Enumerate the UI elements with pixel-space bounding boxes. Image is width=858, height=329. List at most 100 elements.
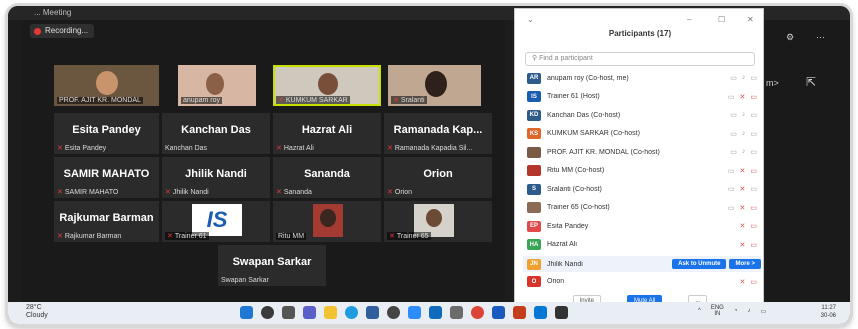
participant-row[interactable]: Trainer 65 (Co-host) ▭ ✕ ▭: [527, 201, 757, 215]
settings-app-icon[interactable]: [450, 306, 463, 319]
recording-indicator[interactable]: Recording...: [30, 24, 95, 38]
participant-status-icons: ✕ ▭: [740, 241, 758, 249]
participant-status-icons: ▭ ♪ ▭: [730, 148, 757, 156]
tile-name: Hazrat Ali: [301, 124, 353, 136]
battery-icon[interactable]: ▭: [760, 308, 766, 315]
tile-label: KUMKUM SARKAR: [285, 96, 348, 104]
video-icon: ▭: [750, 75, 757, 82]
search-placeholder: Find a participant: [539, 55, 593, 62]
search-icon[interactable]: [261, 306, 274, 319]
minimize-icon[interactable]: –: [687, 15, 691, 24]
close-icon[interactable]: ✕: [747, 15, 754, 24]
store-icon[interactable]: [366, 306, 379, 319]
tile-name: Kanchan Das: [181, 124, 251, 136]
participant-photo: [313, 204, 343, 237]
participant-name: Sralanti (Co-host): [547, 185, 602, 193]
wifi-icon[interactable]: ◔: [734, 308, 738, 314]
name-tile[interactable]: Ramanada Kap... ✕ Ramanada Kapadia Sil...: [384, 113, 492, 154]
name-tile[interactable]: Hazrat Ali ✕ Hazrat Ali: [273, 113, 381, 154]
tile-label: Sralanti: [400, 96, 425, 104]
share-screen-icon[interactable]: ⇱: [806, 75, 816, 89]
word-icon[interactable]: [492, 306, 505, 319]
task-view-icon[interactable]: [282, 306, 295, 319]
name-tile[interactable]: Kanchan Das Kanchan Das: [162, 113, 270, 154]
participant-name: Jhilik Nandi: [547, 260, 583, 268]
tile-label: Orion: [394, 188, 412, 196]
video-off-icon: ▭: [750, 167, 757, 175]
tile-name: Sananda: [304, 168, 350, 180]
mic-icon: ♪: [741, 111, 746, 118]
participant-status-icons: ▭ ✕ ▭: [728, 93, 757, 101]
video-tile[interactable]: IS ✕ Trainer 61: [162, 201, 270, 242]
mic-icon: ♪: [741, 148, 746, 155]
photos-icon[interactable]: [387, 306, 400, 319]
name-tile[interactable]: Swapan Sarkar Swapan Sarkar: [218, 245, 326, 286]
participant-row[interactable]: O Orion ✕ ▭: [527, 275, 757, 289]
participant-row[interactable]: KD Kanchan Das (Co-host) ▭ ♪ ▭: [527, 108, 757, 122]
participant-row[interactable]: KS KUMKUM SARKAR (Co-host) ▭ ♪ ▭: [527, 127, 757, 141]
windows-taskbar: 28°C Cloudy ^ ENG IN ◔ ♪ ▭ 11:27 30-06: [8, 302, 850, 324]
start-icon[interactable]: [240, 306, 253, 319]
zoom-icon[interactable]: [408, 306, 421, 319]
video-tile[interactable]: anupam roy: [178, 65, 256, 106]
weather-status: Cloudy: [26, 312, 48, 319]
participant-row[interactable]: HA Hazrat Ali ✕ ▭: [527, 238, 757, 252]
ask-to-unmute-button[interactable]: Ask to Unmute: [672, 259, 727, 269]
participant-status-icons: ✕ ▭: [740, 278, 758, 286]
chrome-icon[interactable]: [471, 306, 484, 319]
language-indicator[interactable]: ENG IN: [711, 305, 724, 317]
name-tile[interactable]: Sananda ✕ Sananda: [273, 157, 381, 198]
view-toggle-label[interactable]: m>: [766, 78, 779, 88]
maximize-icon[interactable]: ☐: [718, 15, 725, 24]
volume-icon[interactable]: ♪: [747, 308, 750, 314]
file-explorer-icon[interactable]: [324, 306, 337, 319]
video-icon: ▭: [727, 204, 735, 212]
camera-icon[interactable]: [555, 306, 568, 319]
name-tile[interactable]: SAMIR MAHATO ✕ SAMIR MAHATO: [54, 157, 159, 198]
video-tile-active-speaker[interactable]: ✕ KUMKUM SARKAR: [273, 65, 381, 106]
more-dots-icon[interactable]: ⋯: [816, 32, 825, 43]
video-icon: ▭: [727, 186, 735, 193]
video-icon: ▭: [730, 149, 737, 156]
participant-row[interactable]: Ritu MM (Co-host) ▭ ✕ ▭: [527, 164, 757, 178]
weather-widget[interactable]: 28°C Cloudy: [26, 304, 48, 320]
participant-row[interactable]: PROF. AJIT KR. MONDAL (Co-host) ▭ ♪ ▭: [527, 145, 757, 159]
tile-label: Hazrat Ali: [283, 144, 314, 152]
name-tile[interactable]: Jhilik Nandi ✕ Jhilik Nandi: [162, 157, 270, 198]
tile-label: Ritu MM: [278, 233, 305, 240]
mail-icon[interactable]: [429, 306, 442, 319]
name-tile[interactable]: Esita Pandey ✕ Esita Pandey: [54, 113, 159, 154]
participant-status-icons: ▭ ✕ ▭: [728, 185, 757, 193]
name-tile[interactable]: Rajkumar Barman ✕ Rajkumar Barman: [54, 201, 159, 242]
avatar: EP: [527, 220, 541, 232]
participant-name: anupam roy (Co-host, me): [547, 74, 629, 82]
participant-row[interactable]: IS Trainer 61 (Host) ▭ ✕ ▭: [527, 90, 757, 104]
more-button[interactable]: More >: [729, 259, 761, 269]
participant-status-icons: ▭ ♪ ▭: [730, 130, 757, 138]
participant-row[interactable]: JN Jhilik Nandi Ask to Unmute More >: [523, 256, 761, 272]
collapse-icon[interactable]: ⌄: [527, 15, 534, 24]
powerpoint-icon[interactable]: [513, 306, 526, 319]
participant-row[interactable]: EP Esita Pandey ✕ ▭: [527, 219, 757, 233]
mic-muted-icon: ✕: [165, 189, 171, 196]
video-off-icon: ▭: [750, 241, 757, 249]
settings-icon[interactable]: ⚙: [786, 32, 794, 43]
video-tile[interactable]: ✕ Trainer 65: [384, 201, 492, 242]
search-input[interactable]: ⚲ Find a participant: [525, 52, 755, 66]
clock[interactable]: 11:27 30-06: [821, 304, 836, 320]
app-icon[interactable]: [534, 306, 547, 319]
chevron-up-icon[interactable]: ^: [698, 308, 701, 314]
participant-status-icons: ▭ ✕ ▭: [728, 204, 757, 212]
tile-label: Kanchan Das: [165, 145, 208, 152]
video-tile[interactable]: PROF. AJIT KR. MONDAL: [54, 65, 159, 106]
video-off-icon: ▭: [750, 278, 757, 286]
participant-row[interactable]: AR anupam roy (Co-host, me) ▭ ♪ ▭: [527, 71, 757, 85]
avatar: IS: [527, 91, 541, 102]
edge-icon[interactable]: [345, 306, 358, 319]
video-tile[interactable]: Ritu MM: [273, 201, 381, 242]
video-tile[interactable]: ✕ Sralanti: [388, 65, 481, 106]
participant-name: Hazrat Ali: [547, 241, 577, 248]
name-tile[interactable]: Orion ✕ Orion: [384, 157, 492, 198]
participant-row[interactable]: S Sralanti (Co-host) ▭ ✕ ▭: [527, 182, 757, 196]
chat-icon[interactable]: [303, 306, 316, 319]
